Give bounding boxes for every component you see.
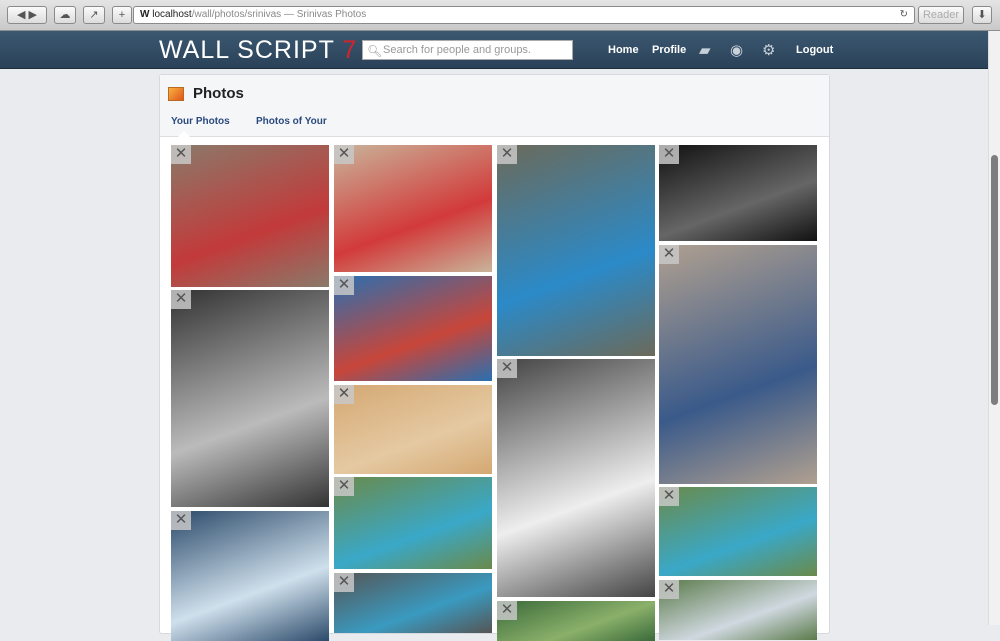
photo-tile[interactable]: ✕ (659, 580, 817, 640)
photo-tile[interactable]: ✕ (334, 477, 492, 569)
delete-photo-icon[interactable]: ✕ (334, 477, 354, 496)
icloud-icon[interactable]: ☁ (54, 6, 76, 24)
logo-text: WALL SCRIPT (159, 36, 343, 64)
nav-home[interactable]: Home (608, 44, 639, 56)
photos-icon (168, 87, 184, 101)
logo[interactable]: WALL SCRIPT 7 (159, 36, 357, 65)
delete-photo-icon[interactable]: ✕ (334, 276, 354, 295)
tab-your-photos[interactable]: Your Photos (171, 116, 230, 127)
back-forward-buttons[interactable]: ◀ ▶ (7, 6, 47, 24)
delete-photo-icon[interactable]: ✕ (659, 487, 679, 506)
photo-tile[interactable]: ✕ (334, 573, 492, 633)
nav-profile[interactable]: Profile (652, 44, 686, 56)
downloads-icon[interactable]: ⬇ (972, 6, 992, 24)
photo-tile[interactable]: ✕ (334, 276, 492, 381)
delete-photo-icon[interactable]: ✕ (334, 145, 354, 164)
delete-photo-icon[interactable]: ✕ (171, 511, 191, 530)
delete-photo-icon[interactable]: ✕ (334, 573, 354, 592)
page-title: Photos (193, 85, 244, 102)
search-input[interactable]: 🔍︎ Search for people and groups. (362, 40, 573, 60)
url-host: localhost (152, 9, 192, 20)
settings-gear-icon[interactable]: ⚙ (762, 41, 775, 59)
photo-tile[interactable]: ✕ (497, 359, 655, 597)
scrollbar[interactable] (988, 31, 1000, 625)
globe-icon[interactable]: ◉ (730, 41, 743, 59)
scrollbar-thumb[interactable] (991, 155, 998, 405)
search-placeholder: Search for people and groups. (383, 44, 531, 56)
delete-photo-icon[interactable]: ✕ (334, 385, 354, 404)
delete-photo-icon[interactable]: ✕ (659, 145, 679, 164)
panel-header: Photos Your Photos Photos of Your (160, 75, 829, 137)
url-path: /wall/photos/srinivas (191, 9, 282, 20)
delete-photo-icon[interactable]: ✕ (497, 359, 517, 378)
photo-tile[interactable]: ✕ (171, 290, 329, 507)
messages-icon[interactable]: ▰ (699, 41, 711, 59)
reader-button[interactable]: Reader (918, 6, 964, 24)
address-bar[interactable]: W localhost/wall/photos/srinivas — Srini… (133, 6, 915, 24)
tab-photos-of-your[interactable]: Photos of Your (256, 116, 327, 127)
delete-photo-icon[interactable]: ✕ (659, 245, 679, 264)
delete-photo-icon[interactable]: ✕ (171, 290, 191, 309)
nav-logout[interactable]: Logout (796, 44, 833, 56)
photo-tile[interactable]: ✕ (497, 145, 655, 356)
site-icon: W (140, 9, 150, 20)
page-title-in-url: — Srinivas Photos (281, 9, 367, 20)
new-tab-button[interactable]: + (112, 6, 132, 24)
share-icon[interactable]: ↗ (83, 6, 105, 24)
photo-tile[interactable]: ✕ (659, 145, 817, 241)
photo-tile[interactable]: ✕ (334, 145, 492, 272)
top-navbar: WALL SCRIPT 7 🔍︎ Search for people and gr… (0, 31, 988, 69)
photo-tile[interactable]: ✕ (659, 487, 817, 576)
photo-tile[interactable]: ✕ (497, 601, 655, 641)
photo-tile[interactable]: ✕ (171, 511, 329, 641)
photo-tile[interactable]: ✕ (171, 145, 329, 287)
reload-icon[interactable]: ↻ (900, 7, 908, 23)
active-tab-indicator (178, 131, 190, 137)
delete-photo-icon[interactable]: ✕ (497, 601, 517, 620)
browser-toolbar: ◀ ▶ ☁ ↗ + W localhost/wall/photos/sriniv… (0, 0, 1000, 31)
delete-photo-icon[interactable]: ✕ (659, 580, 679, 599)
photo-tile[interactable]: ✕ (334, 385, 492, 474)
logo-accent: 7 (342, 36, 358, 64)
search-icon: 🔍︎ (367, 44, 383, 58)
delete-photo-icon[interactable]: ✕ (497, 145, 517, 164)
delete-photo-icon[interactable]: ✕ (171, 145, 191, 164)
photo-tile[interactable]: ✕ (659, 245, 817, 484)
